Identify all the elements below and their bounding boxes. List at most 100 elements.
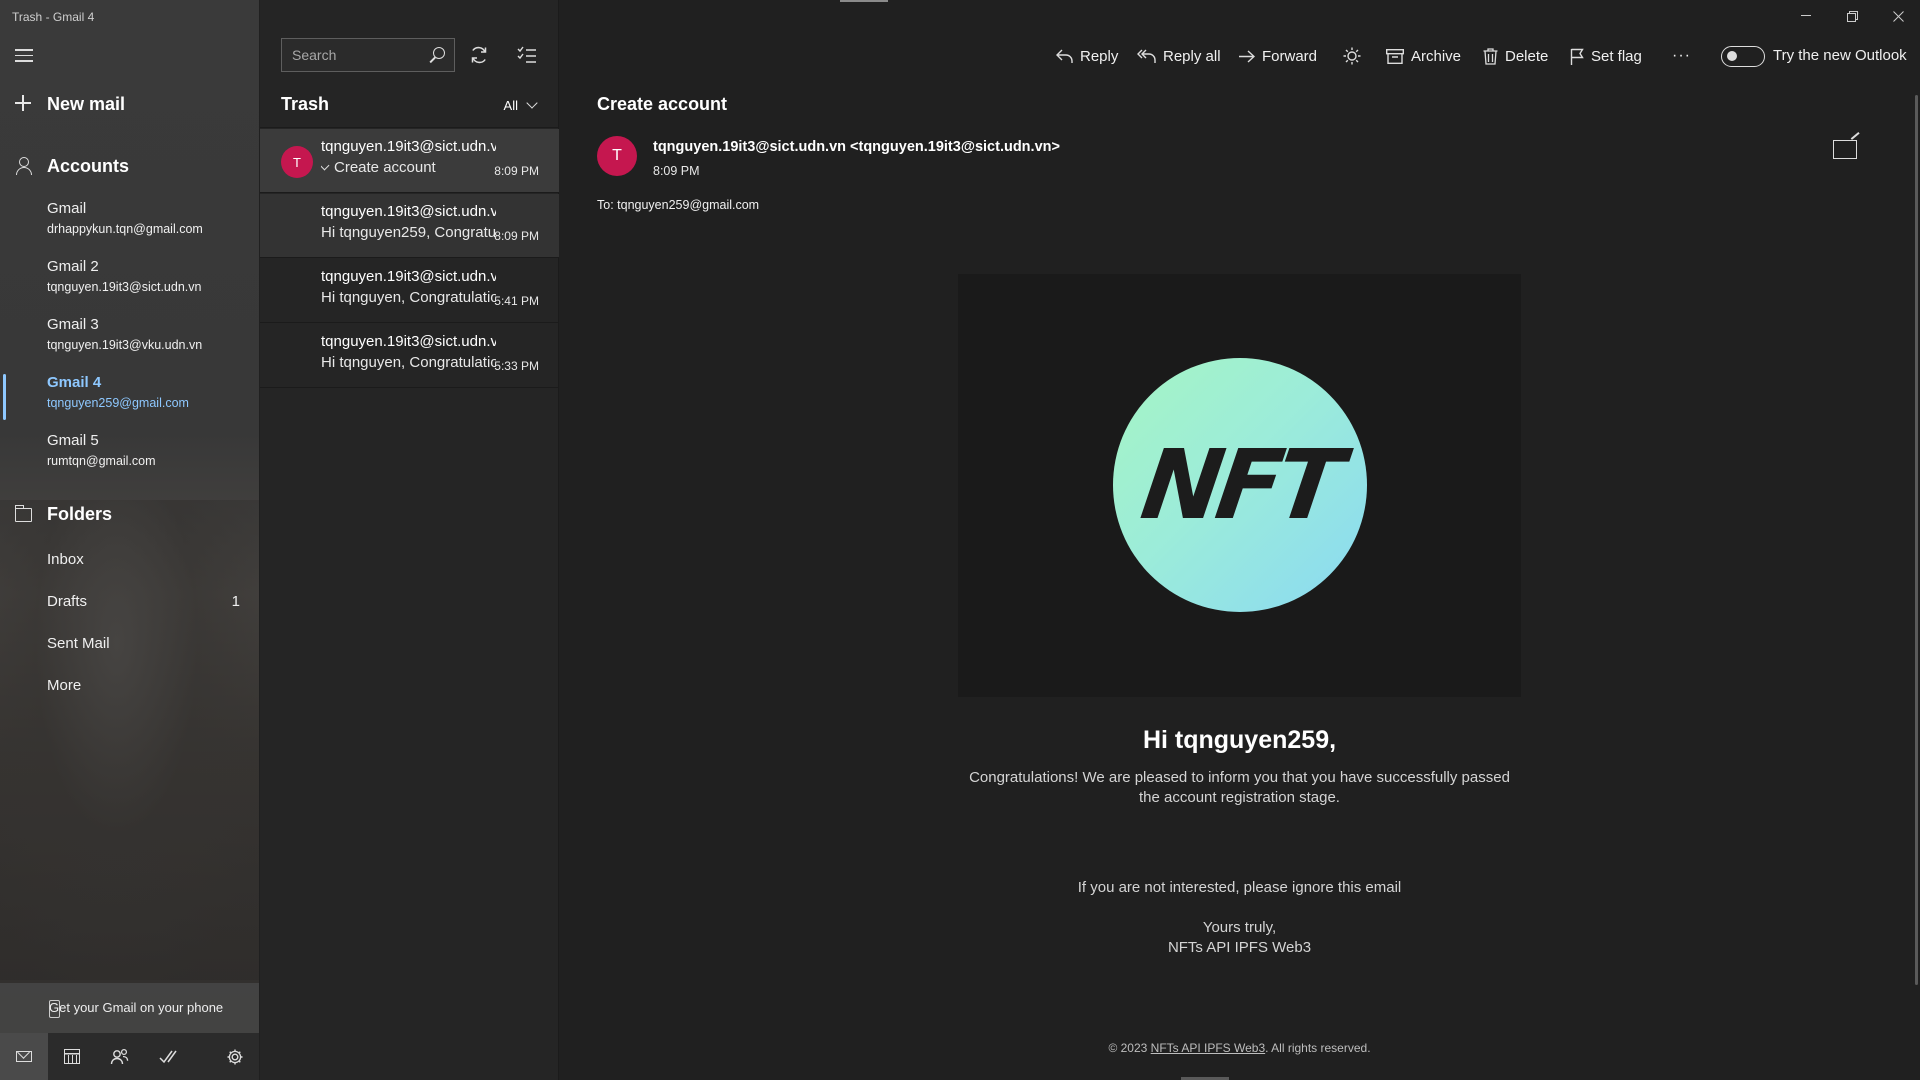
scrollbar[interactable] [1915, 95, 1918, 985]
archive-button[interactable]: Archive [1386, 45, 1461, 67]
hamburger-menu-icon[interactable] [15, 49, 33, 63]
search-input[interactable] [282, 39, 422, 71]
minimize-button[interactable] [1783, 6, 1829, 26]
new-outlook-toggle[interactable] [1721, 46, 1765, 67]
restore-button[interactable] [1829, 6, 1875, 26]
restore-icon [1846, 10, 1858, 22]
folder-name: Sent Mail [47, 635, 110, 652]
message-time: 8:09 PM [494, 164, 539, 178]
folder-name: Inbox [47, 551, 84, 568]
phone-promo-label: Get your Gmail on your phone [49, 1000, 224, 1015]
reply-all-icon [1137, 49, 1156, 63]
message-list-pane: Trash All T tqnguyen.19it3@sict.udn.vn C… [260, 0, 559, 1080]
folder-drafts[interactable]: Drafts 1 [0, 583, 259, 621]
delete-button[interactable]: Delete [1483, 45, 1548, 67]
message-row[interactable]: tqnguyen.19it3@sict.udn.vn Hi tqnguyen, … [260, 259, 559, 323]
message-sender: tqnguyen.19it3@sict.udn.vn [321, 268, 496, 285]
reading-pane: Reply Reply all Forward Archive Delete S… [560, 0, 1920, 1080]
email-signature: NFTs API IPFS Web3 [1167, 939, 1312, 956]
reply-all-button[interactable]: Reply all [1137, 45, 1221, 67]
message-subject: Hi tqnguyen, Congratulations! [321, 289, 496, 306]
nft-logo: NFT [1113, 358, 1367, 612]
todo-app-button[interactable] [144, 1033, 192, 1080]
account-email: rumtqn@gmail.com [47, 454, 156, 468]
message-row[interactable]: tqnguyen.19it3@sict.udn.vn Hi tqnguyen, … [260, 324, 559, 388]
message-row[interactable]: tqnguyen.19it3@sict.udn.vn Hi tqnguyen25… [260, 194, 559, 258]
message-subject: Create account [334, 159, 436, 176]
email-paragraph: Congratulations! We are pleased to infor… [969, 769, 1510, 806]
flag-icon [1570, 48, 1584, 65]
calendar-icon [64, 1049, 80, 1064]
minimize-icon [1801, 15, 1811, 16]
trash-icon [1483, 47, 1498, 65]
email-greeting: Hi tqnguyen259, [1142, 726, 1337, 754]
plus-icon [15, 95, 31, 111]
calendar-app-button[interactable] [48, 1033, 96, 1080]
search-icon[interactable] [433, 47, 445, 59]
mail-app-button[interactable] [0, 1033, 48, 1080]
set-flag-button[interactable]: Set flag [1570, 45, 1642, 67]
phone-promo-button[interactable]: Get your Gmail on your phone [0, 983, 259, 1033]
more-icon: ··· [1672, 47, 1691, 64]
thread-expand-icon[interactable] [321, 160, 330, 171]
settings-button[interactable] [211, 1033, 259, 1080]
app-switcher-bar [0, 1033, 259, 1080]
nft-logo-text: NFT [1135, 429, 1345, 541]
mail-icon [16, 1051, 32, 1062]
search-box[interactable] [281, 38, 455, 72]
person-icon [15, 157, 32, 175]
gear-icon [227, 1049, 243, 1064]
message-row[interactable]: T tqnguyen.19it3@sict.udn.vn Create acco… [260, 129, 559, 193]
theme-toggle-button[interactable] [1343, 45, 1368, 67]
more-actions-button[interactable]: ··· [1672, 45, 1691, 67]
account-gmail-5[interactable]: Gmail 5 rumtqn@gmail.com [0, 424, 259, 480]
account-gmail-3[interactable]: Gmail 3 tqnguyen.19it3@vku.udn.vn [0, 308, 259, 364]
folder-count: 1 [231, 593, 240, 610]
sender-name[interactable]: tqnguyen.19it3@sict.udn.vn <tqnguyen.19i… [653, 139, 1060, 155]
archive-icon [1386, 48, 1404, 64]
close-button[interactable] [1875, 6, 1920, 26]
new-mail-button[interactable]: New mail [0, 92, 259, 118]
account-name: Gmail 2 [47, 258, 99, 275]
account-email: tqnguyen.19it3@vku.udn.vn [47, 338, 203, 352]
folder-title: Trash [281, 94, 330, 114]
set-flag-label: Set flag [1591, 47, 1642, 65]
email-footer: © 2023 NFTs API IPFS Web3. All rights re… [958, 1041, 1521, 1055]
people-app-button[interactable] [96, 1033, 144, 1080]
window-title: Trash - Gmail 4 [12, 10, 95, 24]
account-gmail-4[interactable]: Gmail 4 tqnguyen259@gmail.com [0, 366, 259, 422]
forward-button[interactable]: Forward [1238, 45, 1317, 67]
reply-button[interactable]: Reply [1056, 45, 1118, 67]
message-sender: tqnguyen.19it3@sict.udn.vn [321, 203, 496, 220]
email-signoff: Yours truly, [1202, 919, 1277, 936]
footer-rights: . All rights reserved. [1265, 1041, 1371, 1055]
folder-more[interactable]: More [0, 667, 259, 705]
new-outlook-label[interactable]: Try the new Outlook [1773, 47, 1907, 64]
chevron-down-icon [526, 97, 538, 109]
checklist-icon [517, 46, 536, 63]
account-name: Gmail [47, 200, 87, 217]
footer-copyright: © 2023 [1108, 1041, 1151, 1055]
account-email: tqnguyen.19it3@sict.udn.vn [47, 280, 202, 294]
message-subject: Hi tqnguyen259, Congratulations! [321, 224, 496, 241]
email-subject: Create account [597, 94, 728, 114]
people-icon [110, 1048, 129, 1064]
reply-all-label: Reply all [1163, 47, 1221, 65]
account-gmail-2[interactable]: Gmail 2 tqnguyen.19it3@sict.udn.vn [0, 250, 259, 306]
accounts-label: Accounts [47, 156, 130, 176]
filter-dropdown[interactable]: All [504, 97, 538, 113]
reply-icon [1056, 49, 1073, 63]
open-in-new-window-icon[interactable] [1833, 140, 1857, 159]
accounts-header[interactable]: Accounts [0, 154, 259, 180]
folders-header[interactable]: Folders [0, 502, 259, 528]
sender-avatar: T [597, 136, 637, 176]
selection-mode-button[interactable] [510, 38, 544, 72]
email-paragraph: If you are not interested, please ignore… [1077, 879, 1402, 896]
sync-button[interactable] [462, 38, 496, 72]
drag-indicator [840, 0, 888, 2]
folder-sent-mail[interactable]: Sent Mail [0, 625, 259, 663]
folder-inbox[interactable]: Inbox [0, 541, 259, 579]
message-subject-row: Create account [321, 159, 496, 176]
account-gmail[interactable]: Gmail drhappykun.tqn@gmail.com [0, 192, 259, 248]
footer-link[interactable]: NFTs API IPFS Web3 [1151, 1041, 1265, 1055]
